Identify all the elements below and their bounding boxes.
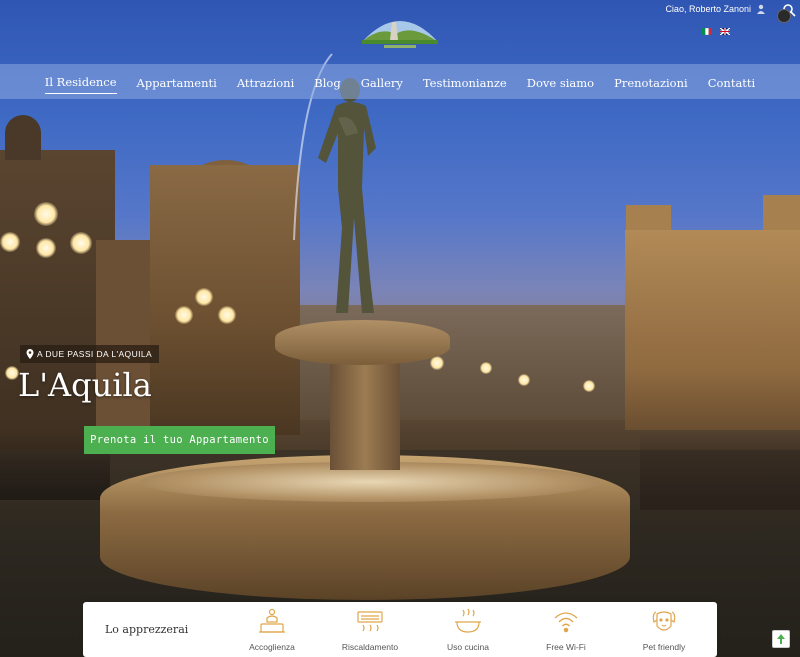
italian-flag-icon[interactable] xyxy=(702,28,712,35)
feature-label: Pet friendly xyxy=(642,641,686,652)
feature-wifi: Free Wi-Fi xyxy=(517,608,615,652)
street-lamp xyxy=(430,356,444,370)
uk-flag-icon[interactable] xyxy=(720,28,730,35)
features-heading: Lo apprezzerai xyxy=(105,623,189,636)
top-bar: Ciao, Roberto Zanoni xyxy=(0,0,800,64)
feature-label: Riscaldamento xyxy=(341,641,399,652)
street-lamp xyxy=(0,232,20,252)
nav-item-prenotazioni[interactable]: Prenotazioni xyxy=(614,70,688,94)
feature-label: Uso cucina xyxy=(446,641,490,652)
nav-item-blog[interactable]: Blog xyxy=(314,70,340,94)
street-lamp xyxy=(175,306,193,324)
heating-icon xyxy=(357,610,383,631)
wifi-icon xyxy=(554,611,578,632)
street-lamp xyxy=(195,288,213,306)
location-tag: A DUE PASSI DA L'AQUILA xyxy=(20,345,160,363)
feature-label: Free Wi-Fi xyxy=(546,641,586,652)
user-icon[interactable] xyxy=(756,4,766,14)
hero-title: L'Aquila xyxy=(18,366,152,404)
cathedral-facade xyxy=(625,230,800,430)
map-pin-icon xyxy=(26,349,34,359)
crowd-right xyxy=(640,430,800,510)
language-switcher xyxy=(702,28,730,35)
arrow-up-icon xyxy=(777,634,785,644)
fountain-column xyxy=(330,360,400,470)
nav-item-residence[interactable]: Il Residence xyxy=(44,69,117,94)
feature-label: Accoglienza xyxy=(249,641,295,652)
feature-accoglienza: Accoglienza xyxy=(223,608,321,652)
church-facade xyxy=(150,165,300,435)
street-lamp xyxy=(518,374,530,386)
street-lamp xyxy=(583,380,595,392)
nav-item-attrazioni[interactable]: Attrazioni xyxy=(237,70,294,94)
street-lamp xyxy=(70,232,92,254)
nav-item-contatti[interactable]: Contatti xyxy=(708,70,756,94)
dog-icon xyxy=(652,610,676,631)
street-lamp xyxy=(5,366,19,380)
street-lamp xyxy=(480,362,492,374)
menu-toggle-icon[interactable] xyxy=(777,9,791,23)
user-greeting[interactable]: Ciao, Roberto Zanoni xyxy=(665,4,766,14)
nav-item-testimonianze[interactable]: Testimonianze xyxy=(423,70,507,94)
feature-pet-friendly: Pet friendly xyxy=(615,608,713,652)
feature-uso-cucina: Uso cucina xyxy=(419,608,517,652)
scroll-to-top-button[interactable] xyxy=(772,630,790,648)
street-lamp xyxy=(34,202,58,226)
fountain-upper-tier xyxy=(275,320,450,365)
features-bar: Lo apprezzerai Accoglienza Riscaldamento… xyxy=(83,602,717,657)
street-lamp xyxy=(218,306,236,324)
nav-item-gallery[interactable]: Gallery xyxy=(361,70,403,94)
residence-logo[interactable] xyxy=(360,12,440,50)
cooking-pot-icon xyxy=(455,608,481,633)
street-lamp xyxy=(36,238,56,258)
feature-riscaldamento: Riscaldamento xyxy=(321,608,419,652)
greeting-text: Ciao, Roberto Zanoni xyxy=(665,4,751,14)
nav-item-appartamenti[interactable]: Appartamenti xyxy=(137,70,217,94)
left-dome xyxy=(5,115,41,160)
location-tag-text: A DUE PASSI DA L'AQUILA xyxy=(37,349,153,359)
nav-item-dove-siamo[interactable]: Dove siamo xyxy=(527,70,594,94)
book-apartment-button[interactable]: Prenota il tuo Appartamento xyxy=(84,426,275,454)
main-nav: Il Residence Appartamenti Attrazioni Blo… xyxy=(0,64,800,99)
reception-bell-icon xyxy=(259,608,285,633)
